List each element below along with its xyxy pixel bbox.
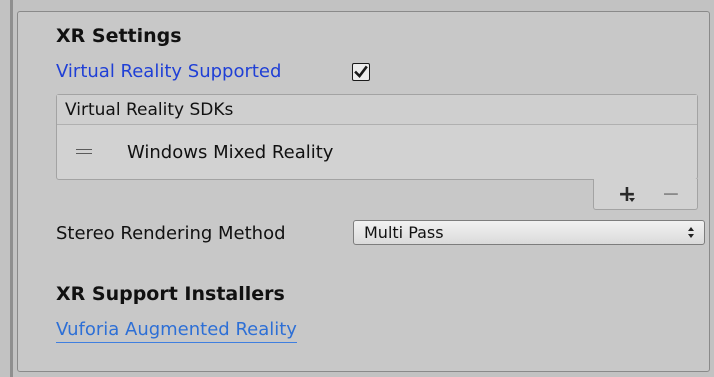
xr-support-installers-heading: XR Support Installers (56, 283, 285, 305)
vr-sdk-list-footer: + − (593, 179, 698, 210)
inspector-root: XR Settings Virtual Reality Supported Vi… (0, 0, 714, 377)
vr-supported-label: Virtual Reality Supported (56, 61, 282, 82)
stereo-rendering-label: Stereo Rendering Method (56, 223, 286, 244)
drag-handle-icon[interactable] (76, 149, 92, 157)
sdk-item-label: Windows Mixed Reality (127, 142, 334, 163)
dropdown-caret-icon (629, 198, 635, 202)
plus-icon: + (617, 181, 637, 207)
stereo-rendering-value: Multi Pass (364, 223, 444, 242)
vuforia-installer-link[interactable]: Vuforia Augmented Reality (56, 319, 297, 343)
vr-supported-checkbox[interactable] (352, 63, 370, 81)
stereo-rendering-dropdown[interactable]: Multi Pass (353, 220, 705, 245)
remove-sdk-button[interactable]: − (656, 181, 686, 207)
vr-sdk-list-title: Virtual Reality SDKs (65, 100, 234, 120)
check-icon (354, 65, 368, 78)
add-sdk-button[interactable]: + (612, 181, 642, 207)
vr-sdk-list: Virtual Reality SDKs Windows Mixed Reali… (56, 94, 698, 180)
vr-sdk-list-header: Virtual Reality SDKs (57, 95, 697, 125)
minus-icon: − (661, 181, 681, 207)
xr-settings-heading: XR Settings (56, 25, 182, 47)
inspector-left-border (10, 0, 13, 377)
chevron-up-down-icon (688, 227, 694, 239)
